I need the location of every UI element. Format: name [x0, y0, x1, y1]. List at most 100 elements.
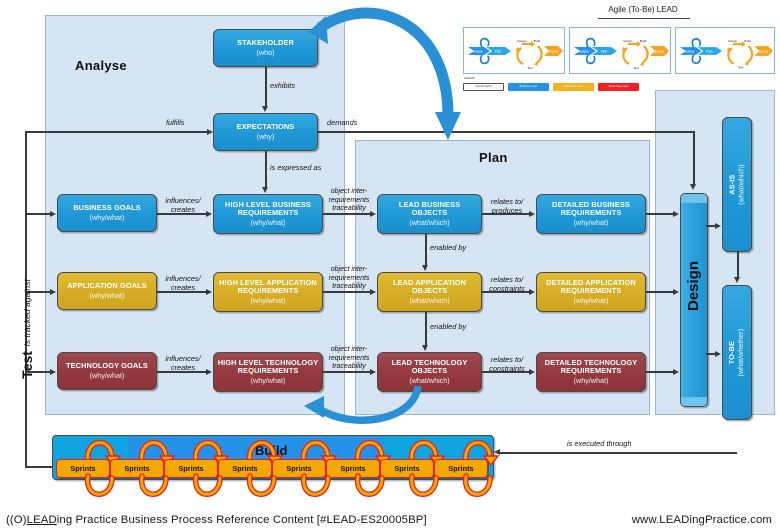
arrowhead-lbo-lao — [422, 265, 428, 271]
node-lead-application-objects[interactable]: LEAD APPLICATION OBJECTS (what/which) — [377, 272, 482, 312]
design-bar-cap-bottom — [681, 397, 707, 406]
connector-is-executed-through — [497, 452, 737, 454]
node-business-goals[interactable]: BUSINESS GOALS (why/what) — [57, 194, 157, 232]
connector-left-rail-to-build — [25, 466, 52, 468]
node-lead-application-objects-label: LEAD APPLICATION OBJECTS — [392, 278, 467, 296]
arrowhead-fulfills — [207, 128, 213, 135]
inset-legend-item-application-layer: Application Layer — [553, 83, 594, 91]
node-detailed-application-requirements-sublabel: (why/what) — [573, 295, 609, 305]
connector-dtr-design — [646, 371, 674, 373]
edge-label-fulfills: fulfills — [166, 118, 185, 127]
node-expectations-sublabel: (why) — [256, 131, 275, 141]
sprint-label: Sprints — [286, 464, 312, 473]
svg-text:Build: Build — [640, 39, 647, 43]
node-as-is-sublabel: (what/which) — [736, 164, 746, 205]
edge-label-relates-produces: relates to/ produces — [490, 197, 524, 216]
connector-fulfills — [25, 131, 209, 133]
inset-cycle-card: Analyse Plan Design Build Test Deploy — [675, 27, 775, 74]
build-loop-arrows-lower — [85, 473, 493, 497]
inset-cycle-card: Analyse Plan Design Build Test Deploy — [463, 27, 565, 74]
svg-text:Build: Build — [534, 39, 541, 43]
node-application-goals[interactable]: APPLICATION GOALS (why/what) — [57, 272, 157, 310]
node-technology-goals-label: TECHNOLOGY GOALS — [66, 361, 148, 371]
sprint-label: Sprints — [70, 464, 96, 473]
node-application-goals-label: APPLICATION GOALS — [67, 281, 147, 291]
inset-legend-item-technology-layer: Technology Layer — [598, 83, 639, 91]
arrowhead-dtr-design — [673, 368, 679, 375]
edge-label-exhibits: exhibits — [270, 81, 296, 90]
node-business-goals-sublabel: (why/what) — [89, 212, 125, 222]
arrowhead-tg-hltr — [206, 368, 212, 375]
edge-label-object-inter-2: object inter- requirements traceability — [328, 266, 370, 291]
inset-legend-label: Use All Layers — [475, 84, 492, 88]
edge-label-influences-creates-3: influences/ creates — [165, 354, 201, 373]
connector-dbr-design — [646, 213, 674, 215]
arrowhead-stakeholder-expectations — [262, 106, 268, 112]
connector-stakeholder-expectations — [265, 67, 267, 107]
node-as-is-label: AS-IS — [727, 174, 737, 195]
arrowhead-rail-application-goals — [50, 288, 56, 295]
svg-text:Test: Test — [633, 66, 638, 70]
design-panel — [655, 90, 775, 415]
connector-demands-v — [693, 131, 695, 185]
footer-brand: LEAD — [26, 514, 57, 526]
node-to-be-sublabel: (what/whether) — [736, 328, 746, 377]
arrowhead-rail-technology-goals — [50, 368, 56, 375]
svg-text:Design: Design — [624, 39, 633, 43]
sprint-label: Sprints — [178, 464, 204, 473]
node-lead-technology-objects-label: LEAD TECHNOLOGY OBJECTS — [391, 358, 468, 376]
edge-label-influences-creates-1: influences/ creates — [165, 196, 201, 215]
edge-label-is-expressed-as: is expressed as — [270, 163, 322, 172]
node-high-level-business-requirements-sublabel: (why/what) — [250, 217, 286, 227]
connector-lbo-lao — [425, 234, 427, 266]
analyse-panel-title: Analyse — [75, 58, 127, 73]
inset-legend-caption: LEGEND — [464, 77, 475, 80]
footer-right-url[interactable]: www.LEADingPractice.com — [632, 514, 772, 526]
svg-text:Deploy: Deploy — [548, 50, 559, 54]
sprint-label: Sprints — [448, 464, 474, 473]
footer-left-text: ing Practice Business Process Reference … — [56, 514, 427, 526]
edge-label-influences-creates-2: influences/ creates — [165, 274, 201, 293]
node-high-level-business-requirements[interactable]: HIGH LEVEL BUSINESS REQUIREMENTS (why/wh… — [213, 194, 323, 234]
arrowhead-bg-hlbr — [206, 210, 212, 217]
sprint-label: Sprints — [124, 464, 150, 473]
flow-arrow-analyse-to-plan — [308, 7, 461, 140]
node-detailed-business-requirements[interactable]: DETAILED BUSINESS REQUIREMENTS (why/what… — [536, 194, 646, 234]
edge-label-is-executed-through: is executed through — [567, 439, 632, 448]
node-to-be-label: TO-BE — [727, 340, 737, 365]
left-rail-test-italic: is tracked against — [22, 279, 32, 347]
node-technology-goals[interactable]: TECHNOLOGY GOALS (why/what) — [57, 352, 157, 390]
node-detailed-technology-requirements-label: DETAILED TECHNOLOGY REQUIREMENTS — [544, 358, 638, 376]
sprint-label: Sprints — [340, 464, 366, 473]
node-lead-application-objects-sublabel: (what/which) — [409, 295, 450, 305]
arrowhead-dar-design — [673, 288, 679, 295]
arrowhead-ag-hlar — [206, 288, 212, 295]
arrowhead-design-as-is — [715, 222, 721, 229]
node-to-be[interactable]: TO-BE (what/whether) — [722, 285, 752, 420]
connector-expectations-hlbr — [265, 151, 267, 188]
node-detailed-application-requirements[interactable]: DETAILED APPLICATION REQUIREMENTS (why/w… — [536, 272, 646, 312]
design-bar-label: Design — [684, 261, 702, 312]
node-lead-business-objects[interactable]: LEAD BUSINESS OBJECTS (what/which) — [377, 194, 482, 234]
node-lead-business-objects-sublabel: (what/which) — [409, 217, 450, 227]
svg-text:Build: Build — [744, 39, 751, 43]
inset-title: Agile (To-Be) LEAD — [608, 5, 678, 14]
edge-label-enabled-by-1: enabled by — [430, 243, 467, 252]
node-high-level-technology-requirements-label: HIGH LEVEL TECHNOLOGY REQUIREMENTS — [217, 358, 319, 376]
svg-text:Plan: Plan — [495, 50, 502, 54]
edge-label-object-inter-3: object inter- requirements traceability — [328, 346, 370, 371]
left-rail-test-label: Test is tracked against — [18, 254, 36, 404]
node-as-is[interactable]: AS-IS (what/which) — [722, 117, 752, 252]
node-high-level-application-requirements[interactable]: HIGH LEVEL APPLICATION REQUIREMENTS (why… — [213, 272, 323, 312]
node-stakeholder-sublabel: (who) — [256, 47, 275, 57]
inset-legend-item-use-all-layers: Use All Layers — [463, 83, 504, 91]
node-detailed-business-requirements-sublabel: (why/what) — [573, 217, 609, 227]
node-technology-goals-sublabel: (why/what) — [89, 370, 125, 380]
arrowhead-expectations-hlbr — [262, 187, 268, 193]
svg-text:Design: Design — [728, 39, 737, 43]
inset-legend-label: Application Layer — [563, 84, 584, 88]
node-high-level-technology-requirements-sublabel: (why/what) — [250, 375, 286, 385]
node-detailed-technology-requirements[interactable]: DETAILED TECHNOLOGY REQUIREMENTS (why/wh… — [536, 352, 646, 392]
flow-arrow-plan-to-analyse — [304, 385, 422, 424]
node-high-level-application-requirements-label: HIGH LEVEL APPLICATION REQUIREMENTS — [219, 278, 317, 296]
